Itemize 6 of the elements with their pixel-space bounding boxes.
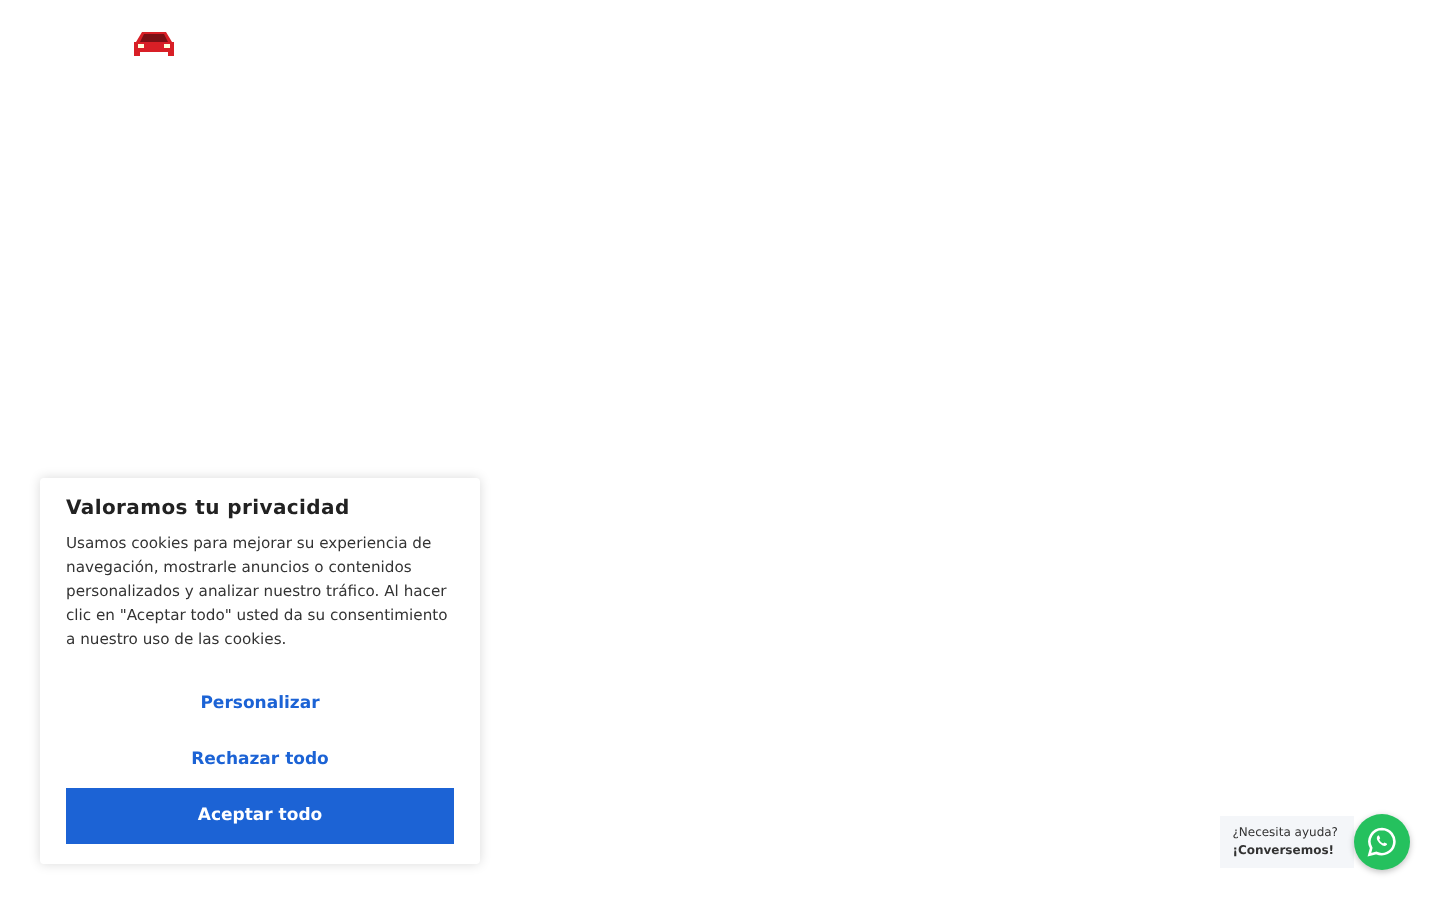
whatsapp-icon bbox=[1366, 826, 1398, 858]
text-button[interactable]: Rechazar todo bbox=[66, 732, 454, 788]
text-button[interactable]: Personalizar bbox=[66, 676, 454, 732]
accept-button[interactable]: Aceptar todo bbox=[66, 788, 454, 844]
car-icon[interactable] bbox=[132, 28, 176, 60]
consent-title: Valoramos tu privacidad bbox=[66, 498, 352, 520]
